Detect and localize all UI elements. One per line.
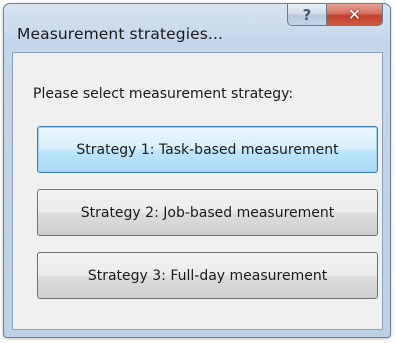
close-button[interactable]: ✕ [327, 4, 383, 26]
window-title: Measurement strategies... [17, 25, 224, 43]
dialog-window: Measurement strategies... ? ✕ Please sel… [3, 3, 391, 338]
dialog-content: Please select measurement strategy: Stra… [12, 52, 383, 330]
title-bar[interactable]: Measurement strategies... ? ✕ [4, 4, 390, 52]
prompt-label: Please select measurement strategy: [33, 86, 294, 102]
close-icon: ✕ [347, 5, 362, 24]
caption-buttons: ? ✕ [287, 4, 383, 26]
strategy-3-button[interactable]: Strategy 3: Full-day measurement [37, 252, 378, 299]
help-button[interactable]: ? [287, 4, 327, 26]
strategy-2-button[interactable]: Strategy 2: Job-based measurement [37, 189, 378, 236]
strategy-1-button[interactable]: Strategy 1: Task-based measurement [37, 126, 378, 173]
help-icon: ? [302, 5, 312, 24]
